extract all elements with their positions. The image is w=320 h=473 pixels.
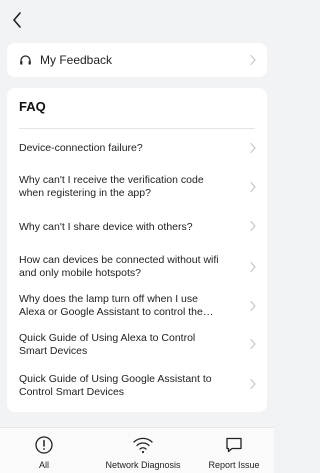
faq-item-text: Quick Guide of Using Alexa to Control Sma… [19, 332, 196, 357]
top-bar [0, 0, 274, 42]
faq-title: FAQ [19, 99, 46, 114]
faq-divider [19, 128, 255, 129]
faq-item-lamp-turns-off[interactable]: Why does the lamp turn off when I use Ale… [7, 288, 267, 324]
faq-item-mobile-hotspot[interactable]: How can devices be connected without wif… [7, 246, 267, 288]
message-square-icon [223, 434, 245, 456]
faq-item-google-assistant-guide[interactable]: Quick Guide of Using Google Assistant to… [7, 364, 267, 404]
my-feedback-label: My Feedback [40, 53, 113, 67]
chevron-left-icon [13, 12, 21, 28]
tab-label: All [38, 460, 49, 470]
chevron-right-icon [250, 54, 256, 66]
chevron-right-icon [250, 300, 256, 312]
faq-item-text: How can devices be connected without wif… [19, 254, 219, 279]
tab-label: Network Diagnosis [105, 460, 181, 470]
faq-item-text: Quick Guide of Using Google Assistant to… [19, 373, 212, 398]
feedback-card: My Feedback [7, 43, 267, 77]
faq-item-verification-code[interactable]: Why can't I receive the verification cod… [7, 166, 267, 208]
chevron-right-icon [250, 338, 256, 350]
chevron-right-icon [250, 261, 256, 273]
chevron-right-icon [250, 181, 256, 193]
faq-item-text: Why can't I share device with others? [19, 221, 193, 233]
faq-item-share-device[interactable]: Why can't I share device with others? [7, 212, 267, 240]
chevron-right-icon [250, 220, 256, 232]
bottom-tab-bar: All Network Diagnosis Report Issue [0, 427, 274, 473]
tab-report-issue[interactable]: Report Issue [204, 428, 264, 473]
chevron-right-icon [250, 142, 256, 154]
my-feedback-row[interactable]: My Feedback [7, 43, 267, 77]
faq-item-alexa-guide[interactable]: Quick Guide of Using Alexa to Control Sma… [7, 324, 267, 364]
tab-label: Report Issue [208, 460, 260, 470]
chevron-right-icon [250, 378, 256, 390]
faq-item-text: Why does the lamp turn off when I use Ale… [19, 293, 214, 318]
tab-network-diagnosis[interactable]: Network Diagnosis [98, 428, 188, 473]
help-screen: My Feedback FAQ Device-connection failur… [0, 0, 274, 473]
back-button[interactable] [4, 7, 30, 33]
headset-icon [19, 54, 32, 67]
faq-card: FAQ Device-connection failure? Why can't… [7, 88, 267, 412]
faq-item-connection-failure[interactable]: Device-connection failure? [7, 134, 267, 162]
faq-item-text: Why can't I receive the verification cod… [19, 174, 204, 199]
tab-all[interactable]: All [24, 428, 64, 473]
alert-circle-icon [33, 434, 55, 456]
wifi-icon [132, 434, 154, 456]
faq-item-text: Device-connection failure? [19, 142, 143, 154]
